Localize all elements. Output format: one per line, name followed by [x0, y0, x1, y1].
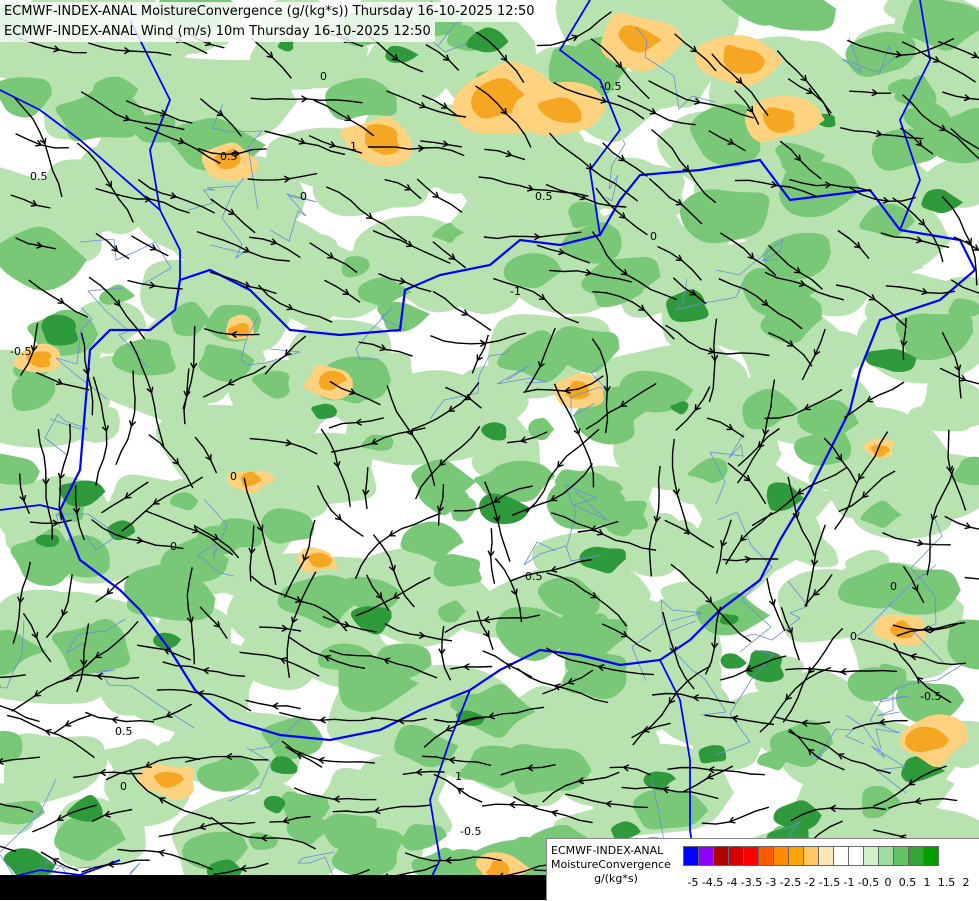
weather-map: 0 0.5 -0.5 1 -1 0 0.5 0 -0.5 0 0.5 0 0.5 1 0 -0.5 0 0.5 -0… [0, 0, 979, 900]
legend-swatch [788, 846, 804, 866]
legend-swatches [683, 846, 939, 866]
legend-tick-label: -2.5 [779, 876, 802, 889]
legend-tick-label: -3.5 [740, 876, 763, 889]
legend-swatch [893, 846, 909, 866]
legend-swatch [803, 846, 819, 866]
legend-tick-label: -1.5 [818, 876, 841, 889]
legend-tick-label: -3 [765, 876, 777, 889]
legend-tick-label: 1 [923, 876, 931, 889]
legend-tick-label: 1.5 [937, 876, 956, 889]
contour-label: 0.5 [220, 150, 238, 163]
contour-label: 0 [170, 540, 177, 553]
legend-model: ECMWF-INDEX-ANAL [551, 844, 664, 857]
legend-tick-label: 0 [884, 876, 892, 889]
legend-tick-label: -5 [687, 876, 699, 889]
legend-swatch [863, 846, 879, 866]
contour-label: 0 [300, 190, 307, 203]
legend-swatch [728, 846, 744, 866]
legend-swatch [743, 846, 759, 866]
legend-swatch [773, 846, 789, 866]
legend-tick-label: -4 [726, 876, 738, 889]
contour-label: 0.5 [30, 170, 48, 183]
moisture-title: ECMWF-INDEX-ANAL MoistureConvergence (g/… [0, 2, 539, 22]
contour-label: 0 [650, 230, 657, 243]
contour-label: 1 [350, 140, 357, 153]
wind-title: ECMWF-INDEX-ANAL Wind (m/s) 10m Thursday… [0, 22, 435, 42]
legend-label: ECMWF-INDEX-ANAL MoistureConvergence g/(… [551, 844, 681, 886]
legend-tick-label: -1 [843, 876, 855, 889]
legend-swatch [878, 846, 894, 866]
legend-tick-label: -4.5 [701, 876, 724, 889]
legend-unit: g/(kg*s) [594, 872, 638, 885]
legend-parameter: MoistureConvergence [551, 858, 671, 871]
legend-swatch [833, 846, 849, 866]
contour-label: 0 [230, 470, 237, 483]
legend-tick-label: 0.5 [898, 876, 917, 889]
legend-swatch [818, 846, 834, 866]
contour-label: 0 [890, 580, 897, 593]
legend-swatch [683, 846, 699, 866]
contour-label: 1 [455, 770, 462, 783]
contour-label: 0 [850, 630, 857, 643]
legend-swatch [698, 846, 714, 866]
legend-swatch [908, 846, 924, 866]
legend-swatch [758, 846, 774, 866]
legend-swatch [923, 846, 939, 866]
contour-label: 0.5 [525, 570, 543, 583]
contour-label: -0.5 [920, 690, 941, 703]
convergence-area [281, 791, 330, 821]
legend-swatch [713, 846, 729, 866]
colorbar-legend: ECMWF-INDEX-ANAL MoistureConvergence g/(… [546, 838, 979, 901]
contour-label: -0.5 [600, 80, 621, 93]
legend-tick-label: -2 [804, 876, 816, 889]
contour-label: 0 [120, 780, 127, 793]
contour-label: 0 [320, 70, 327, 83]
convergence-area [568, 201, 599, 229]
contour-label: -0.5 [460, 825, 481, 838]
contour-label: -0.5 [10, 345, 31, 358]
contour-label: -1 [510, 285, 521, 298]
legend-tick-label: 2 [962, 876, 970, 889]
bottom-black-band [0, 875, 546, 900]
legend-swatch [848, 846, 864, 866]
contour-label: 0.5 [115, 725, 133, 738]
contour-label: 0.5 [535, 190, 553, 203]
legend-tick-label: -0.5 [857, 876, 880, 889]
